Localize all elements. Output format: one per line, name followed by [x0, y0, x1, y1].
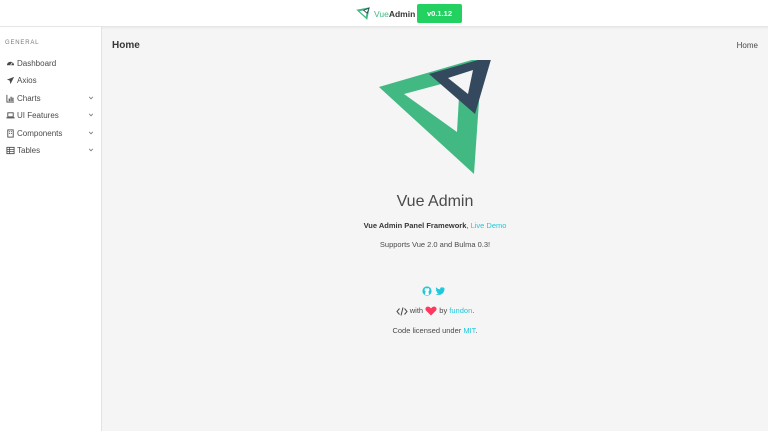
sidebar-item-label: Dashboard — [17, 58, 57, 68]
live-demo-link[interactable]: Live Demo — [471, 221, 507, 230]
sidebar-item-ui-features[interactable]: UI Features — [0, 108, 101, 122]
heart-icon — [425, 306, 437, 316]
dashboard-icon — [6, 61, 15, 66]
brand-name: VueAdmin — [374, 8, 416, 19]
sidebar-item-axios[interactable]: Axios — [0, 73, 101, 87]
main-content: Home Home Vue Admin Vue Admin Panel Fram… — [102, 27, 768, 431]
chevron-down-icon — [88, 113, 94, 117]
hero-subtitle-strong: Vue Admin Panel Framework — [363, 221, 467, 230]
sidebar-item-components[interactable]: Components — [0, 126, 101, 140]
author-dot: . — [472, 306, 475, 315]
vue-admin-logo-icon — [356, 6, 370, 20]
license-line: Code licensed under MIT. — [102, 326, 768, 335]
bar-chart-icon — [6, 94, 15, 103]
vue-admin-logo-icon — [379, 60, 491, 174]
made-with-text: with — [409, 306, 424, 315]
license-dot: . — [475, 326, 478, 335]
version-badge[interactable]: v0.1.12 — [417, 4, 462, 23]
hero-subtitle: Vue Admin Panel Framework, Live Demo — [102, 221, 768, 230]
chevron-down-icon — [88, 96, 94, 100]
sidebar-item-tables[interactable]: Tables — [0, 143, 101, 157]
menu-label-general: GENERAL — [5, 40, 40, 46]
page-title: Home — [112, 40, 140, 51]
brand-link[interactable]: VueAdmin — [355, 5, 423, 22]
mit-license-link[interactable]: MIT — [463, 326, 475, 335]
license-text: Code licensed under — [392, 326, 462, 335]
table-icon — [6, 146, 15, 154]
sidebar-item-label: Charts — [17, 93, 41, 103]
chevron-down-icon — [88, 131, 94, 135]
made-with-line: with by fundon. — [102, 306, 768, 316]
breadcrumb[interactable]: Home — [737, 41, 758, 50]
github-icon[interactable] — [422, 286, 432, 296]
laptop-icon — [6, 111, 15, 118]
rocket-icon — [6, 76, 15, 84]
sidebar-item-label: Axios — [17, 75, 37, 85]
hero-support-text: Supports Vue 2.0 and Bulma 0.3! — [379, 240, 491, 249]
sidebar: GENERAL Dashboard Axios Charts UI Featur… — [0, 27, 102, 431]
sidebar-item-label: UI Features — [17, 110, 59, 120]
twitter-icon[interactable] — [435, 286, 445, 296]
sidebar-item-label: Tables — [17, 145, 41, 155]
chevron-down-icon — [88, 148, 94, 152]
by-text: by — [439, 306, 448, 315]
sidebar-item-charts[interactable]: Charts — [0, 91, 101, 105]
social-links — [422, 286, 445, 296]
sidebar-item-dashboard[interactable]: Dashboard — [0, 56, 101, 70]
top-navbar: VueAdmin v0.1.12 — [0, 0, 768, 27]
hero-subtitle-sep: , — [466, 221, 469, 230]
hero-title: Vue Admin — [396, 193, 474, 210]
building-icon — [7, 128, 14, 138]
sidebar-item-label: Components — [17, 128, 63, 138]
code-icon — [396, 306, 408, 316]
author-link[interactable]: fundon — [449, 306, 472, 315]
